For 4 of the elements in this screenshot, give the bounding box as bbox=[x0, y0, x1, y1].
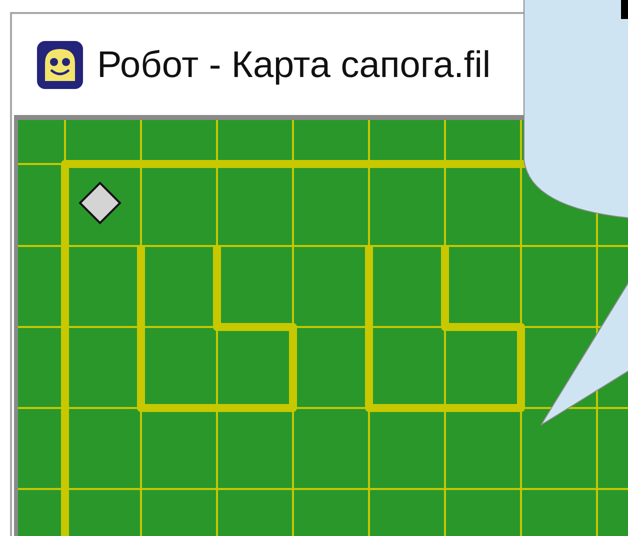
smiley-app-icon bbox=[37, 40, 83, 88]
glyph-fragment bbox=[621, 0, 628, 19]
diamond-marker-icon bbox=[78, 182, 122, 224]
window-title: Робот - Карта сапога.fil bbox=[97, 46, 491, 83]
